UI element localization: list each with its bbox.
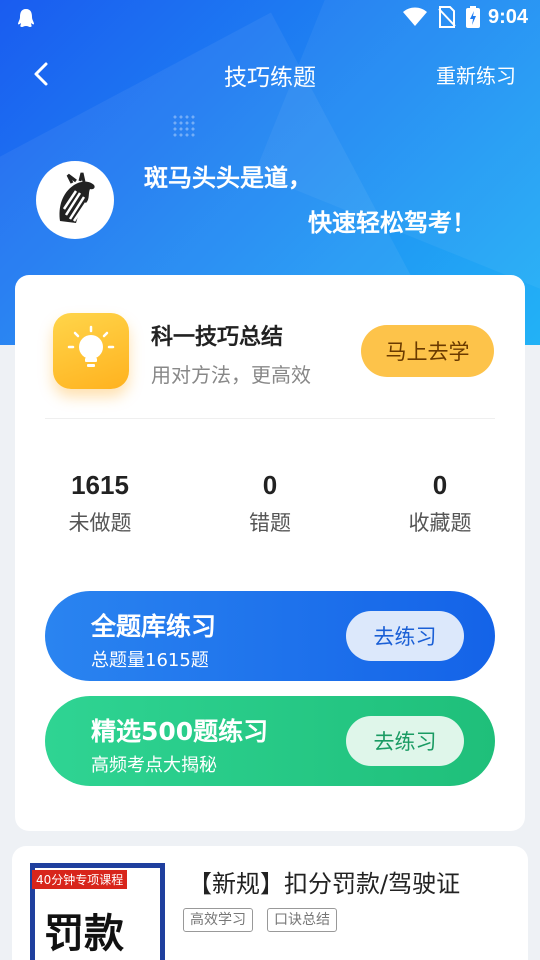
decorative-dots [172, 114, 196, 138]
course-tag: 高效学习 [183, 908, 253, 932]
reset-practice-button[interactable]: 重新练习 [436, 60, 516, 89]
tips-subtitle: 用对方法，更高效 [151, 363, 311, 387]
practice-subtitle: 高频考点大揭秘 [91, 755, 217, 776]
stat-label: 未做题 [68, 511, 132, 535]
course-card[interactable]: 40分钟专项课程 罚款 【新规】扣分罚款/驾驶证 高效学习 口诀总结 [12, 846, 528, 960]
battery-icon [466, 6, 480, 28]
slogan-line-1: 斑马头头是道， [144, 164, 312, 192]
divider [45, 418, 495, 419]
course-tag: 口诀总结 [267, 908, 337, 932]
course-duration-badge: 40分钟专项课程 [32, 870, 128, 889]
tips-icon-box[interactable] [53, 313, 129, 389]
course-title[interactable]: 【新规】扣分罚款/驾驶证 [188, 864, 460, 899]
stat-value: 0 [262, 470, 278, 500]
stat-unanswered[interactable]: 1615 未做题 [20, 470, 180, 537]
practice-title: 全题库练习 [91, 612, 217, 641]
stat-label: 收藏题 [408, 511, 472, 535]
thumbnail-text: 罚款 [44, 910, 124, 957]
practice-card: 科一技巧总结 用对方法，更高效 马上去学 1615 未做题 0 错题 0 收藏题… [15, 275, 525, 831]
stat-favorites[interactable]: 0 收藏题 [360, 470, 520, 537]
go-practice-button[interactable]: 去练习 [346, 611, 464, 661]
stat-label: 错题 [249, 511, 291, 535]
tips-title[interactable]: 科一技巧总结 [151, 319, 283, 351]
course-thumbnail[interactable]: 40分钟专项课程 罚款 [30, 863, 165, 960]
zebra-avatar [36, 161, 114, 239]
selected-500-practice[interactable]: 精选500题练习 高频考点大揭秘 去练习 [45, 696, 495, 786]
lightbulb-icon [67, 325, 115, 367]
stat-value: 0 [432, 470, 448, 500]
practice-subtitle: 总题量1615题 [91, 650, 209, 671]
practice-title: 精选500题练习 [91, 717, 269, 746]
learn-now-button[interactable]: 马上去学 [361, 325, 494, 377]
top-nav: 技巧练题 重新练习 [0, 52, 540, 96]
stat-value: 1615 [71, 470, 129, 500]
wifi-icon [403, 7, 427, 26]
slogan-line-2: 快速轻松驾考！ [308, 209, 476, 237]
status-time: 9:04 [487, 6, 528, 28]
notification-icon [18, 9, 34, 27]
stat-wrong[interactable]: 0 错题 [190, 470, 350, 537]
no-sim-icon [438, 6, 456, 28]
full-bank-practice[interactable]: 全题库练习 总题量1615题 去练习 [45, 591, 495, 681]
go-practice-button[interactable]: 去练习 [346, 716, 464, 766]
status-bar: 9:04 [0, 0, 540, 36]
